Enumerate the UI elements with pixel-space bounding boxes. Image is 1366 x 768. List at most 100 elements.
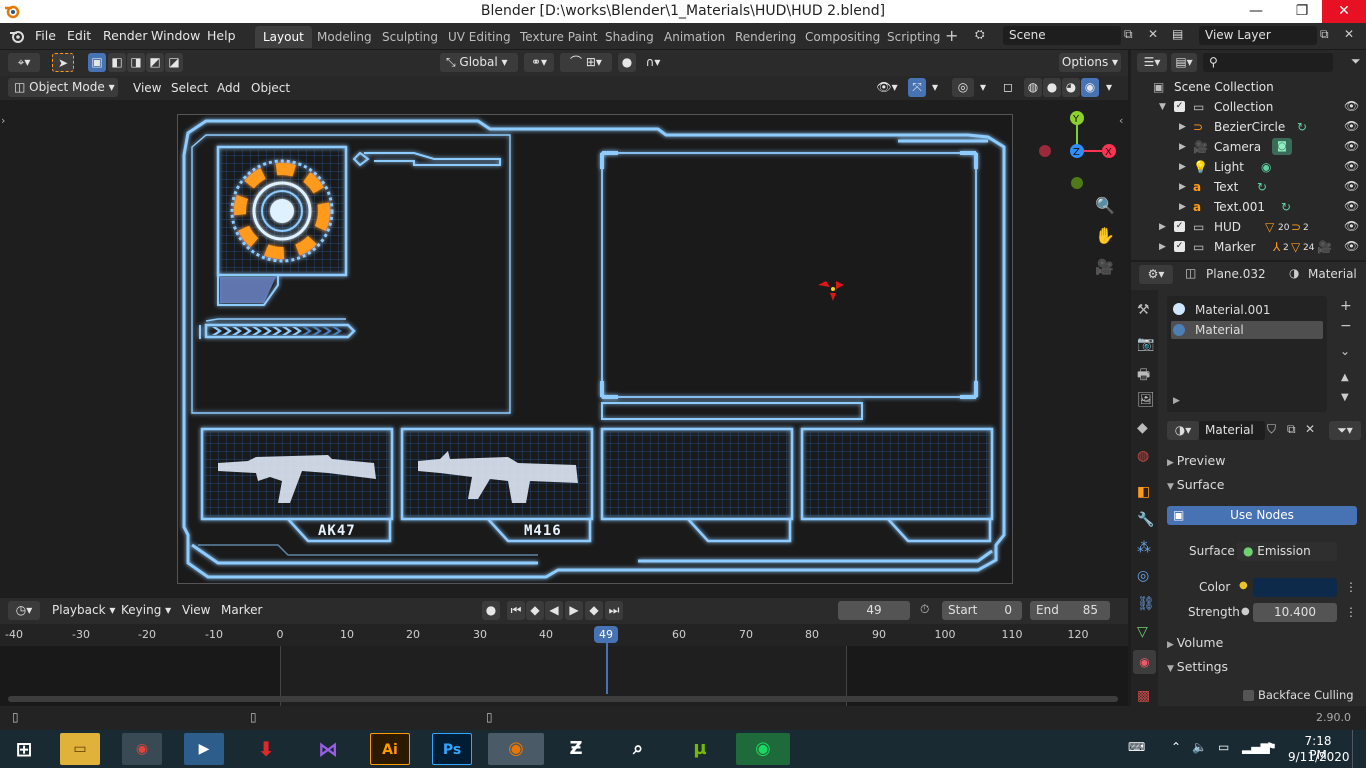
expand-arrow-icon[interactable]: ▶ [1179,122,1186,132]
close-button[interactable]: ✕ [1322,0,1366,23]
illustrator-icon[interactable]: Ai [370,733,410,765]
snap-icon[interactable]: ⌒ ⊞▾ [560,53,612,72]
add-slot-icon[interactable]: + [1340,298,1352,314]
list-expand-icon[interactable]: ▶ [1173,396,1180,406]
object-mode-dropdown[interactable]: ◫ Object Mode ▾ [8,78,118,97]
start-windows-icon[interactable]: ⊞ [4,733,44,765]
color-swatch[interactable] [1253,578,1337,597]
tab-sculpting[interactable]: Sculpting [374,26,446,48]
outliner-row-text001[interactable]: ▶ a Text.001 ↻ 👁 [1131,197,1366,217]
new-view-layer-icon[interactable]: ⧉ [1320,27,1329,42]
slot-material001[interactable]: Material.001 [1171,301,1321,319]
render-tab-icon[interactable]: 📷 [1137,336,1154,352]
tab-layout[interactable]: Layout [255,26,312,48]
overlays-dropdown-icon[interactable]: ▾ [975,78,991,97]
outliner-row-scene-collection[interactable]: ▣ Scene Collection [1131,77,1366,97]
viewport-menu-add[interactable]: Add [217,81,240,95]
filter-icon[interactable]: ⏷ [1351,54,1361,69]
media-player-icon[interactable]: ▶ [184,733,224,765]
output-tab-icon[interactable]: 🖶 [1137,364,1150,388]
camera-view-icon[interactable]: 🎥 [1095,258,1114,276]
collection-checkbox[interactable]: ✓ [1174,101,1185,112]
outliner-row-hud[interactable]: ▶ ✓ ▭ HUD ▽ 20 ⊃ 2 👁 [1131,217,1366,237]
tab-scripting[interactable]: Scripting [879,26,948,48]
slot-menu-icon[interactable]: ⌄ [1340,344,1350,358]
tab-compositing[interactable]: Compositing [797,26,888,48]
tool-tab-icon[interactable]: ⚒ [1137,302,1150,318]
timeline-menu-keying[interactable]: Keying ▾ [121,603,171,617]
utorrent-icon[interactable]: µ [680,733,720,765]
navigation-gizmo-icon[interactable]: Y X Z [1034,108,1120,198]
zoom-icon[interactable]: 🔍 [1095,196,1115,215]
viewport-menu-select[interactable]: Select [171,81,208,95]
outliner-row-camera[interactable]: ▶ 🎥 Camera ◙ 👁 [1131,137,1366,157]
timeline-menu-playback[interactable]: Playback ▾ [52,603,115,617]
world-tab-icon[interactable]: ◍ [1137,448,1149,464]
current-frame-field[interactable]: 49 [838,601,910,620]
overlays-icon[interactable]: ◎ [952,78,974,97]
physics-tab-icon[interactable]: ◎ [1137,568,1149,584]
menu-file[interactable]: File [35,28,56,43]
toolbar-expand-icon[interactable]: › [1,114,5,127]
use-nodes-button[interactable]: ▣ Use Nodes [1167,506,1357,525]
zbrush-icon[interactable]: Ƶ [556,733,596,765]
viewport-menu-object[interactable]: Object [251,81,290,95]
timeline-track-area[interactable] [0,636,1128,706]
prev-keyframe-icon[interactable]: ◆ [526,601,544,620]
eye-icon[interactable]: 👁 [1344,219,1359,233]
fake-user-icon[interactable]: ⛉ [1267,422,1276,437]
view-layer-icon[interactable]: ▤ [1172,27,1183,41]
select-mode-subtract-icon[interactable]: ◨ [127,53,145,72]
eye-icon[interactable]: 👁 [1344,99,1359,113]
expand-arrow-icon[interactable]: ▶ [1179,142,1186,152]
playhead-line[interactable] [606,636,608,694]
shading-wireframe-icon[interactable]: ◍ [1024,78,1042,97]
properties-editor-icon[interactable]: ⚙▾ [1139,265,1173,284]
tray-expand-icon[interactable]: ⌃ [1171,740,1181,754]
shading-solid-icon[interactable]: ● [1043,78,1061,97]
outliner-editor-icon[interactable]: ☰▾ [1137,53,1167,72]
strength-menu-icon[interactable]: ⋮ [1345,605,1357,619]
timeline-editor-icon[interactable]: ◷▾ [8,601,40,620]
eye-icon[interactable]: 👁 [1344,239,1359,253]
material-name-field[interactable]: Material [1199,421,1265,440]
blender-taskbar-icon[interactable]: ◉ [488,733,544,765]
shading-material-icon[interactable]: ◕ [1062,78,1080,97]
blender-menu-icon[interactable] [9,28,25,47]
new-scene-icon[interactable]: ⧉ [1124,27,1133,42]
scene-icon[interactable]: ⛭ [975,27,985,42]
record-icon[interactable]: ● [482,601,500,620]
hud-checkbox[interactable]: ✓ [1174,221,1185,232]
view-layer-field[interactable]: View Layer [1199,26,1317,45]
jump-start-icon[interactable]: ⏮ [507,601,525,620]
browse-material-icon[interactable]: ◑▾ [1167,421,1199,440]
tab-uv-editing[interactable]: UV Editing [440,26,519,48]
file-explorer-icon[interactable]: ▭ [60,733,100,765]
view-layer-tab-icon[interactable]: 🖼 [1137,392,1155,408]
expand-arrow-icon[interactable]: ▼ [1159,102,1166,112]
preview-section[interactable]: ▶ Preview [1167,453,1225,468]
end-frame-field[interactable]: End 85 [1030,601,1110,620]
link-type-icon[interactable]: ⏷▾ [1329,421,1361,440]
next-keyframe-icon[interactable]: ◆ [585,601,603,620]
particles-tab-icon[interactable]: ⁂ [1137,540,1151,556]
pivot-point-icon[interactable]: ⚭▾ [524,53,554,72]
gizmo-toggle-icon[interactable]: ⤧ [908,78,926,97]
strength-field[interactable]: 10.400 [1253,603,1337,622]
language-icon[interactable]: ▭ [1218,740,1229,754]
timeline-ruler[interactable]: -40 -30 -20 -10 0 10 20 30 40 60 70 80 9… [0,624,1128,646]
select-tool-icon[interactable]: ➤ [52,53,74,72]
material-slot-list[interactable]: Material.001 Material ▶ [1167,296,1327,412]
download-manager-icon[interactable]: ⬇ [246,733,286,765]
falloff-icon[interactable]: ∩▾ [638,53,668,72]
surface-shader-field[interactable]: ● Emission [1237,542,1337,561]
editor-type-icon[interactable]: ⌖▾ [8,53,40,72]
select-mode-extend-icon[interactable]: ◧ [108,53,126,72]
maximize-button[interactable]: ❐ [1280,0,1324,23]
object-data-tab-icon[interactable]: ▽ [1137,624,1148,640]
expand-arrow-icon[interactable]: ▶ [1179,162,1186,172]
marker-checkbox[interactable]: ✓ [1174,241,1185,252]
play-reverse-icon[interactable]: ◀ [545,601,563,620]
timeline-menu-marker[interactable]: Marker [221,603,262,617]
play-icon[interactable]: ▶ [565,601,583,620]
